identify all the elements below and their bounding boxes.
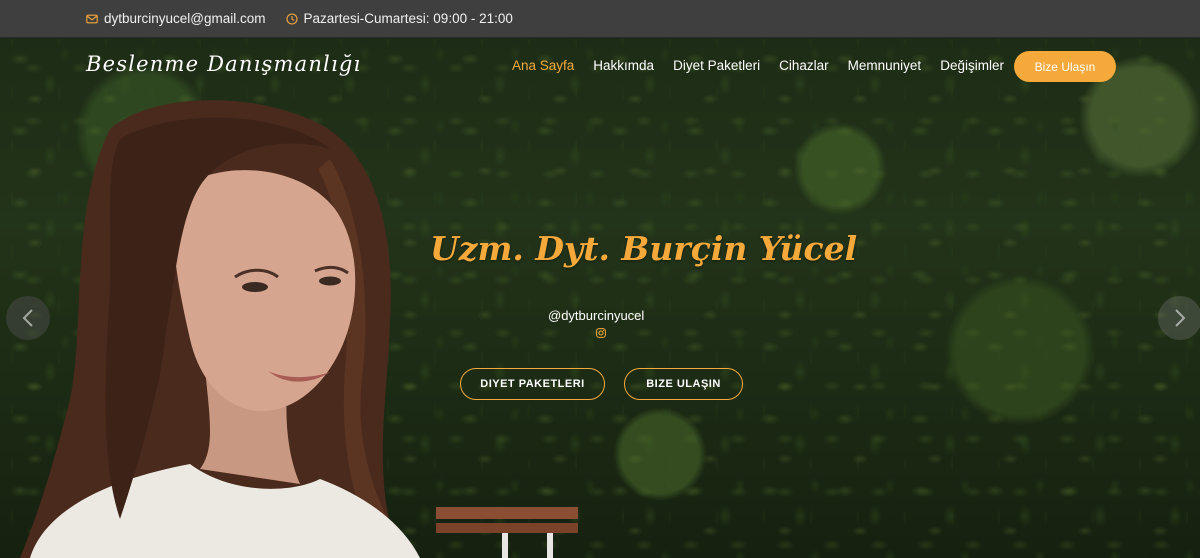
slider-prev-button[interactable]: [6, 296, 50, 340]
email-info[interactable]: dytburcinyucel@gmail.com: [86, 11, 266, 26]
contact-button[interactable]: BIZE ULAŞIN: [624, 368, 743, 400]
slider-next-button[interactable]: [1158, 296, 1200, 340]
hero-section: Beslenme Danışmanlığı Ana Sayfa Hakkımda D…: [0, 39, 1200, 558]
nav-item-6[interactable]: Değişimler: [940, 58, 1004, 73]
hero-title: Uzm. Dyt. Burçin Yücel: [430, 229, 858, 268]
main-nav: Ana Sayfa Hakkımda Diyet Paketleri Cihazlar…: [512, 58, 1023, 73]
clock-icon: [285, 12, 298, 25]
contact-cta-button[interactable]: Bize Ulaşın: [1014, 51, 1116, 82]
instagram-handle[interactable]: @dytburcinyucel: [548, 308, 644, 323]
email-text[interactable]: dytburcinyucel@gmail.com: [104, 11, 266, 26]
chevron-right-icon: [1175, 309, 1186, 327]
nav-item-4[interactable]: Cihazlar: [779, 58, 829, 73]
instagram-icon[interactable]: [596, 328, 606, 338]
hours-info: Pazartesi-Cumartesi: 09:00 - 21:00: [285, 11, 513, 26]
nav-item-3[interactable]: Diyet Paketleri: [673, 58, 760, 73]
top-info-bar: dytburcinyucel@gmail.com Pazartesi-Cumar…: [0, 0, 1200, 38]
diet-packages-button[interactable]: DIYET PAKETLERI: [460, 368, 605, 400]
bench-image: [436, 507, 578, 558]
site-logo[interactable]: Beslenme Danışmanlığı: [86, 52, 361, 76]
hours-text: Pazartesi-Cumartesi: 09:00 - 21:00: [303, 11, 513, 26]
nav-item-2[interactable]: Hakkımda: [593, 58, 654, 73]
nav-item-5[interactable]: Memnuniyet: [848, 58, 922, 73]
mail-icon: [86, 14, 98, 23]
portrait-image: [20, 100, 420, 558]
chevron-left-icon: [22, 309, 33, 327]
nav-item-1[interactable]: Ana Sayfa: [512, 58, 574, 73]
